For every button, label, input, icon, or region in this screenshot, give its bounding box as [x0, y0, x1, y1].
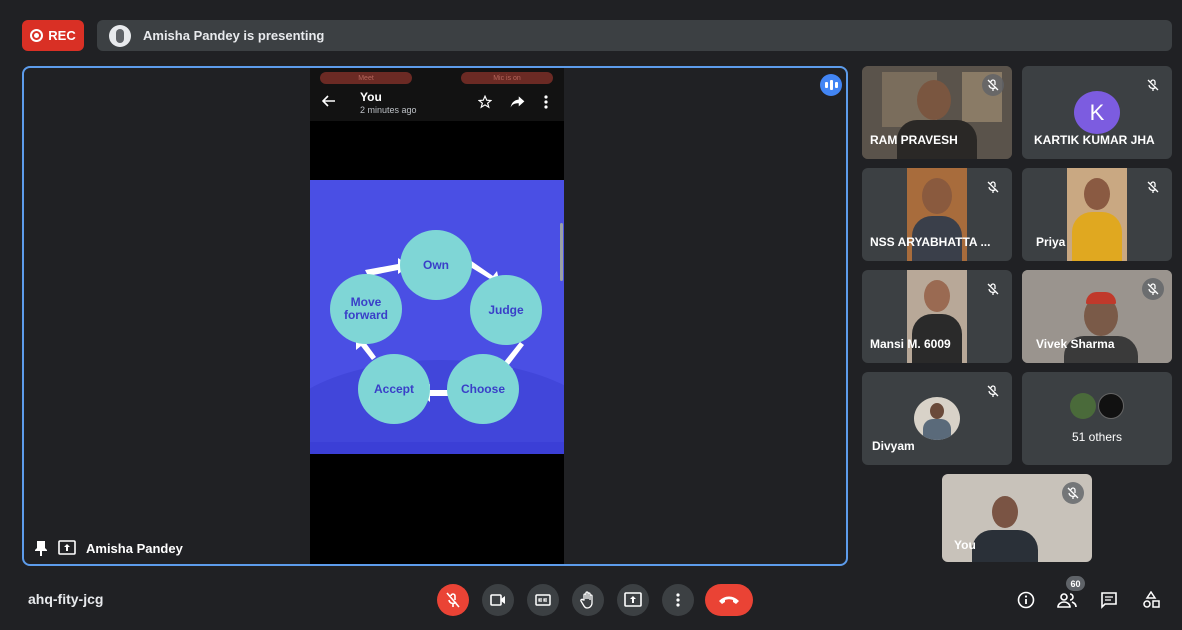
mic-off-icon — [446, 592, 460, 608]
phone-app-header: Meet Mic is on You 2 minutes ago — [310, 68, 564, 121]
presenter-name: Amisha Pandey — [86, 540, 183, 556]
body — [972, 530, 1038, 562]
participant-video — [1067, 168, 1127, 261]
presenter-avatar — [109, 24, 131, 47]
phone-scrollbar[interactable] — [560, 223, 563, 281]
pin-icon[interactable] — [34, 540, 48, 556]
mic-off-icon — [982, 176, 1004, 198]
recording-badge[interactable]: REC — [22, 20, 84, 51]
activities-icon — [1143, 591, 1160, 608]
more-options-icon — [676, 593, 680, 607]
cycle-step-move-forward: Move forward — [330, 274, 402, 344]
cycle-step-judge: Judge — [470, 275, 542, 345]
mic-off-icon — [1142, 176, 1164, 198]
participant-tile[interactable]: Priya — [1022, 168, 1172, 261]
camera-icon — [490, 594, 505, 606]
participant-avatar: K — [1074, 91, 1120, 134]
face — [992, 496, 1018, 528]
activities-button[interactable] — [1139, 588, 1163, 612]
cycle-step-accept: Accept — [358, 354, 430, 424]
others-avatar — [1098, 393, 1124, 419]
cap — [1086, 292, 1116, 304]
info-icon — [1017, 591, 1035, 609]
participant-tile[interactable]: K KARTIK KUMAR JHA — [1022, 66, 1172, 159]
participant-tile[interactable]: RAM PRAVESH — [862, 66, 1012, 159]
presenter-label: Amisha Pandey — [34, 540, 183, 556]
participant-tile[interactable]: NSS ARYABHATTA ... — [862, 168, 1012, 261]
others-avatar — [1070, 393, 1096, 419]
meeting-code: ahq-fity-jcg — [28, 591, 104, 607]
others-tile[interactable]: 51 others — [1022, 372, 1172, 465]
participant-avatar — [914, 397, 960, 440]
face — [924, 280, 950, 312]
presenting-banner: Amisha Pandey is presenting — [97, 20, 1172, 51]
others-count: 51 others — [1071, 430, 1123, 444]
participant-tile[interactable]: Mansi M. 6009 — [862, 270, 1012, 363]
back-arrow-icon[interactable] — [322, 94, 336, 108]
participant-name: Divyam — [872, 439, 915, 453]
phone-pill-right: Mic is on — [461, 72, 553, 84]
presentation-stage[interactable]: Meet Mic is on You 2 minutes ago Own Jud… — [22, 66, 848, 566]
self-name: You — [954, 538, 976, 552]
phone-title: You — [360, 90, 382, 104]
mic-off-icon — [982, 74, 1004, 96]
mic-off-icon — [982, 278, 1004, 300]
mic-off-icon — [982, 380, 1004, 402]
captions-icon — [535, 594, 551, 606]
phone-pill-left: Meet — [320, 72, 412, 84]
people-icon — [1057, 593, 1077, 608]
mic-off-icon — [1142, 278, 1164, 300]
body — [1072, 212, 1122, 261]
body — [923, 419, 951, 440]
leave-call-button[interactable] — [705, 584, 753, 616]
phone-subtitle: 2 minutes ago — [360, 105, 417, 115]
chat-button[interactable] — [1097, 588, 1121, 612]
face — [922, 178, 952, 214]
end-call-icon — [719, 596, 739, 604]
participant-name: RAM PRAVESH — [870, 133, 958, 147]
captions-button[interactable] — [527, 584, 559, 616]
mic-off-icon — [1142, 74, 1164, 96]
mic-off-icon — [1062, 482, 1084, 504]
participant-name: KARTIK KUMAR JHA — [1034, 133, 1155, 147]
chat-icon — [1101, 592, 1117, 609]
slide-footer-band — [310, 442, 564, 454]
star-icon[interactable] — [478, 95, 492, 109]
cycle-step-choose: Choose — [447, 354, 519, 424]
camera-toggle-button[interactable] — [482, 584, 514, 616]
share-icon[interactable] — [510, 95, 525, 109]
self-tile[interactable]: You — [942, 474, 1092, 562]
face — [917, 80, 951, 120]
participant-name: Vivek Sharma — [1036, 337, 1115, 351]
participant-count-badge: 60 — [1066, 576, 1085, 591]
raise-hand-icon — [580, 591, 593, 609]
record-icon — [30, 29, 44, 42]
present-now-button[interactable] — [617, 584, 649, 616]
people-button[interactable] — [1055, 588, 1079, 612]
present-screen-icon — [624, 592, 642, 607]
face — [1084, 178, 1110, 210]
participant-tile[interactable]: Vivek Sharma — [1022, 270, 1172, 363]
more-options-button[interactable] — [662, 584, 694, 616]
cycle-slide: Own Judge Choose Accept Move forward — [310, 180, 564, 454]
present-icon — [58, 540, 76, 555]
meeting-details-button[interactable] — [1014, 588, 1038, 612]
participant-name: Priya — [1036, 235, 1066, 249]
presenting-text: Amisha Pandey is presenting — [143, 28, 325, 43]
cycle-step-own: Own — [400, 230, 472, 300]
face — [930, 403, 944, 419]
participant-tile[interactable]: Divyam — [862, 372, 1012, 465]
recording-label: REC — [48, 28, 76, 43]
shared-phone-screen: Meet Mic is on You 2 minutes ago Own Jud… — [310, 68, 564, 564]
phone-more-icon[interactable] — [544, 95, 548, 109]
raise-hand-button[interactable] — [572, 584, 604, 616]
participant-name: Mansi M. 6009 — [870, 337, 951, 351]
audio-level-icon — [820, 74, 842, 96]
participant-name: NSS ARYABHATTA ... — [870, 235, 991, 249]
mic-toggle-button[interactable] — [437, 584, 469, 616]
